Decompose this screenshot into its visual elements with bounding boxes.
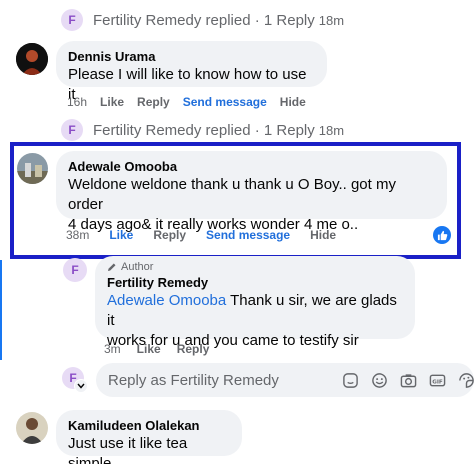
reply-text-line-1: Adewale Omooba Thank u sir, we are glads… (107, 291, 403, 331)
send-message-button[interactable]: Send message (183, 95, 267, 109)
reply-actions: 3m Like Reply (104, 342, 209, 356)
replied-row-1[interactable]: F Fertility Remedy replied · 1 Reply 18m (61, 9, 344, 31)
like-reaction-icon[interactable] (433, 226, 451, 244)
like-button[interactable]: Like (137, 342, 161, 356)
camera-icon[interactable] (399, 371, 417, 389)
fertility-avatar: F (61, 9, 83, 31)
comment-text: Just use it like tea simple (68, 435, 188, 464)
reply-time: 18m (318, 12, 345, 28)
comment-time[interactable]: 16h (67, 95, 87, 109)
fertility-avatar: F (61, 119, 83, 141)
fertility-avatar[interactable]: F (63, 258, 87, 282)
reply-button[interactable]: Reply (137, 95, 170, 109)
reply-tools: GIF (341, 371, 474, 389)
pencil-icon (108, 263, 116, 271)
sticker-face-icon[interactable] (457, 371, 474, 389)
avatar-letter: F (68, 13, 76, 27)
avatar[interactable] (17, 153, 48, 184)
hide-button[interactable]: Hide (310, 228, 336, 242)
commenter-name[interactable]: Fertility Remedy (107, 275, 403, 291)
avatar-letter: F (71, 263, 79, 277)
reply-summary[interactable]: Fertility Remedy replied · 1 Reply (93, 122, 315, 139)
svg-text:GIF: GIF (432, 379, 443, 385)
gif-icon[interactable]: GIF (428, 371, 446, 389)
author-label: Author (121, 261, 154, 273)
avatar[interactable] (16, 412, 48, 444)
comment-time[interactable]: 38m (66, 228, 89, 242)
user-photo-icon (17, 153, 48, 184)
mention-link[interactable]: Adewale Omooba (107, 292, 226, 309)
comment-text-line-1: Weldone weldone thank u thank u O Boy.. … (68, 176, 396, 213)
reply-input-placeholder: Reply as Fertility Remedy (108, 371, 279, 389)
commenter-name[interactable]: Kamiludeen Olalekan (68, 418, 230, 434)
comment-actions: 16h Like Reply Send message Hide (67, 95, 306, 109)
chevron-down-icon (77, 383, 85, 389)
commenter-name[interactable]: Adewale Omooba (68, 159, 435, 175)
comment-bubble: Adewale Omooba Weldone weldone thank u t… (56, 151, 447, 233)
like-button[interactable]: Like (100, 95, 124, 109)
reply-button[interactable]: Reply (177, 342, 210, 356)
reply-time: 18m (318, 122, 345, 138)
comment-bubble: Kamiludeen Olalekan Just use it like tea… (56, 410, 242, 464)
sticker-icon[interactable] (341, 371, 359, 389)
emoji-icon[interactable] (370, 371, 388, 389)
comment-bubble: Dennis Urama Please I will like to know … (56, 41, 327, 103)
commenter-name[interactable]: Dennis Urama (68, 49, 315, 65)
comment-actions: 38m Like Reply Send message Hide (66, 228, 336, 242)
send-message-button[interactable]: Send message (206, 228, 290, 242)
account-switch-icon[interactable] (74, 379, 88, 393)
reply-summary[interactable]: Fertility Remedy replied · 1 Reply (93, 12, 315, 29)
reply-as-avatar[interactable]: F (62, 367, 88, 393)
reply-time[interactable]: 3m (104, 342, 121, 356)
reply-bubble: Author Fertility Remedy Adewale Omooba T… (95, 256, 415, 349)
user-photo-icon (16, 43, 48, 75)
like-button[interactable]: Like (109, 228, 133, 242)
avatar[interactable] (16, 43, 48, 75)
avatar-letter: F (68, 123, 76, 137)
user-photo-icon (16, 412, 48, 444)
thumbs-up-icon (437, 230, 447, 240)
hide-button[interactable]: Hide (280, 95, 306, 109)
thread-line (0, 260, 2, 360)
reply-button[interactable]: Reply (153, 228, 186, 242)
replied-row-2[interactable]: F Fertility Remedy replied · 1 Reply 18m (61, 119, 344, 141)
author-badge: Author (107, 261, 403, 273)
